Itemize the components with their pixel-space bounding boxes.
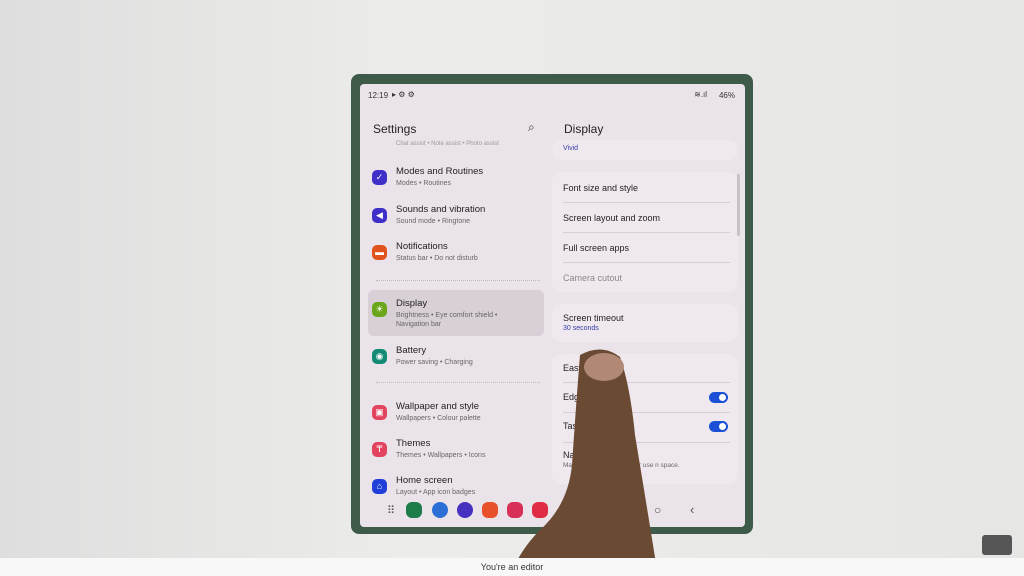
item-title: Sounds and vibration <box>396 204 486 215</box>
item-title: Home screen <box>396 475 453 486</box>
taskbar-toggle[interactable] <box>709 421 728 432</box>
item-title: Notifications <box>396 241 448 252</box>
sidebar-item-notifications[interactable]: ▬ Notifications Status bar • Do not distur… <box>372 241 548 275</box>
wifi-signal-icon: ≋.ıl <box>694 90 707 99</box>
settings-title: Settings <box>373 122 417 136</box>
sidebar-item-display[interactable]: ☀ Display Brightness • Eye comfort shield … <box>372 298 548 332</box>
status-time: 12:19 <box>368 91 389 100</box>
sun-icon: ☀ <box>372 302 387 317</box>
brush-icon: ₸ <box>372 442 387 457</box>
vivid-card[interactable]: Vivid <box>552 140 738 160</box>
item-title: Themes <box>396 438 431 449</box>
display-title: Display <box>564 122 604 136</box>
item-title: Display <box>396 298 428 309</box>
item-title: Modes and Routines <box>396 166 484 177</box>
screen-layout-item[interactable]: Screen layout and zoom <box>563 213 660 223</box>
sidebar-item-modes[interactable]: ✓ Modes and Routines Modes • Routines <box>372 166 548 200</box>
apps-grid-icon[interactable]: ⠿ <box>387 504 395 517</box>
partial-item: Chat assist • Note assist • Photo assist <box>396 141 499 147</box>
sidebar-item-sounds[interactable]: ◀ Sounds and vibration Sound mode • Ringto… <box>372 204 548 238</box>
channel-watermark <box>982 535 1012 555</box>
home-icon: ⌂ <box>372 479 387 494</box>
divider <box>376 280 540 281</box>
item-sub: Modes • Routines <box>396 180 451 187</box>
scrollbar[interactable] <box>737 174 740 236</box>
camera-cutout-item[interactable]: Camera cutout <box>563 273 622 283</box>
font-group-card: Font size and style Screen layout and zo… <box>552 172 738 292</box>
font-size-item[interactable]: Font size and style <box>563 183 638 193</box>
item-sub: Sound mode • Ringtone <box>396 218 471 225</box>
item-title: Wallpaper and style <box>396 401 480 412</box>
finger-overlay <box>510 349 658 576</box>
notes-app-icon[interactable] <box>482 502 498 518</box>
item-sub: Status bar • Do not disturb <box>396 255 478 262</box>
status-icons: ▸ ⚙ ⚙ <box>392 90 415 99</box>
full-screen-apps-item[interactable]: Full screen apps <box>563 243 629 253</box>
phone-app-icon[interactable] <box>406 502 422 518</box>
battery-icon: ◉ <box>372 349 387 364</box>
vivid-value: Vivid <box>563 145 579 152</box>
item-sub: Brightness • Eye comfort shield • Naviga… <box>396 312 498 328</box>
caption-bar: You're an editor <box>0 558 1024 576</box>
notification-icon: ▬ <box>372 245 387 260</box>
status-battery: 46% <box>718 91 735 100</box>
timeout-title: Screen timeout <box>563 313 624 323</box>
edge-toggle[interactable] <box>709 392 728 403</box>
check-circle-icon: ✓ <box>372 170 387 185</box>
search-icon[interactable]: ⌕ <box>528 120 535 135</box>
screen-timeout-item[interactable]: Screen timeout 30 seconds <box>552 304 738 342</box>
back-button-icon[interactable]: ‹ <box>690 502 694 517</box>
speaker-icon: ◀ <box>372 208 387 223</box>
image-icon: ▣ <box>372 405 387 420</box>
messages-app-icon[interactable] <box>432 502 448 518</box>
item-title: Battery <box>396 345 427 356</box>
internet-app-icon[interactable] <box>457 502 473 518</box>
timeout-value: 30 seconds <box>563 325 599 332</box>
